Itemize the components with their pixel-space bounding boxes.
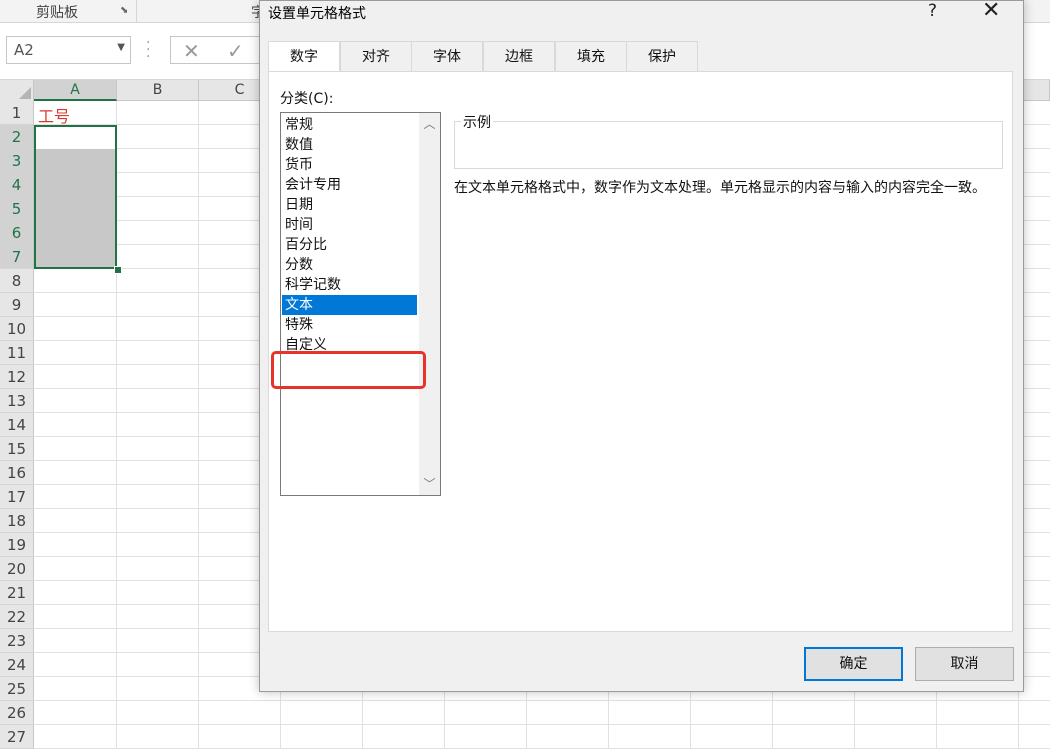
column-header-b[interactable]: B — [117, 80, 199, 101]
category-item-special[interactable]: 特殊 — [282, 315, 417, 335]
format-cells-dialog: 设置单元格格式 ? ✕ 数字 对齐 字体 边框 填充 保护 分类(C): 常规 … — [259, 0, 1024, 692]
row-header-11[interactable]: 11 — [0, 341, 34, 365]
row-header-20[interactable]: 20 — [0, 557, 34, 581]
row-header-13[interactable]: 13 — [0, 389, 34, 413]
row-header-16[interactable]: 16 — [0, 461, 34, 485]
tab-alignment[interactable]: 对齐 — [340, 41, 412, 71]
row-header-26[interactable]: 26 — [0, 701, 34, 725]
row-header-14[interactable]: 14 — [0, 413, 34, 437]
row-header-9[interactable]: 9 — [0, 293, 34, 317]
chevron-down-icon[interactable]: ▼ — [117, 42, 125, 53]
row-gridline — [34, 724, 1050, 725]
row-header-17[interactable]: 17 — [0, 485, 34, 509]
category-label: 分类(C): — [280, 91, 334, 107]
selected-range[interactable] — [34, 125, 117, 269]
name-box-value: A2 — [14, 41, 34, 59]
row-header-18[interactable]: 18 — [0, 509, 34, 533]
row-header-27[interactable]: 27 — [0, 725, 34, 749]
row-header-25[interactable]: 25 — [0, 677, 34, 701]
row-header-21[interactable]: 21 — [0, 581, 34, 605]
category-item-number[interactable]: 数值 — [282, 135, 417, 155]
sample-group: 示例 — [454, 112, 1003, 169]
row-header-15[interactable]: 15 — [0, 437, 34, 461]
category-item-general[interactable]: 常规 — [282, 115, 417, 135]
cancel-button[interactable]: 取消 — [915, 647, 1014, 681]
category-scrollbar[interactable]: ︿ ﹀ — [419, 113, 440, 495]
column-header-a[interactable]: A — [34, 80, 117, 101]
row-header-1[interactable]: 1 — [0, 101, 34, 125]
cancel-entry-icon[interactable]: ✕ — [183, 39, 200, 63]
row-header-19[interactable]: 19 — [0, 533, 34, 557]
dialog-launcher-icon[interactable]: ⬊ — [120, 5, 128, 16]
row-header-8[interactable]: 8 — [0, 269, 34, 293]
tab-number[interactable]: 数字 — [268, 41, 340, 73]
category-item-text[interactable]: 文本 — [282, 295, 417, 315]
category-item-currency[interactable]: 货币 — [282, 155, 417, 175]
ribbon-separator — [136, 0, 137, 22]
drag-handle-icon[interactable]: · · · — [146, 36, 150, 64]
row-header-3[interactable]: 3 — [0, 149, 34, 173]
category-list[interactable]: 常规 数值 货币 会计专用 日期 时间 百分比 分数 科学记数 文本 特殊 自定… — [280, 112, 441, 496]
row-header-22[interactable]: 22 — [0, 605, 34, 629]
row-header-10[interactable]: 10 — [0, 317, 34, 341]
name-box[interactable]: A2 ▼ — [6, 36, 131, 64]
chevron-down-icon[interactable]: ﹀ — [419, 475, 440, 495]
select-all-corner[interactable] — [0, 80, 34, 102]
row-header-23[interactable]: 23 — [0, 629, 34, 653]
close-icon[interactable]: ✕ — [982, 0, 1000, 23]
category-item-percentage[interactable]: 百分比 — [282, 235, 417, 255]
category-item-accounting[interactable]: 会计专用 — [282, 175, 417, 195]
tab-protection[interactable]: 保护 — [626, 41, 698, 71]
row-header-4[interactable]: 4 — [0, 173, 34, 197]
chevron-up-icon[interactable]: ︿ — [419, 113, 440, 133]
category-item-fraction[interactable]: 分数 — [282, 255, 417, 275]
row-gridline — [34, 700, 1050, 701]
category-item-time[interactable]: 时间 — [282, 215, 417, 235]
sample-label: 示例 — [461, 112, 493, 132]
row-header-5[interactable]: 5 — [0, 197, 34, 221]
row-header-7[interactable]: 7 — [0, 245, 34, 269]
help-button[interactable]: ? — [928, 1, 937, 21]
active-cell-a2[interactable] — [36, 127, 115, 149]
category-item-scientific[interactable]: 科学记数 — [282, 275, 417, 295]
row-header-24[interactable]: 24 — [0, 653, 34, 677]
tab-fill[interactable]: 填充 — [555, 41, 627, 71]
cell-a1[interactable]: 工号 — [38, 103, 70, 127]
dialog-title: 设置单元格格式 — [268, 6, 366, 22]
ok-button[interactable]: 确定 — [804, 647, 903, 681]
row-header-12[interactable]: 12 — [0, 365, 34, 389]
select-all-icon — [19, 87, 31, 99]
fill-handle[interactable] — [114, 266, 122, 274]
enter-entry-icon[interactable]: ✓ — [227, 39, 244, 63]
category-description: 在文本单元格格式中，数字作为文本处理。单元格显示的内容与输入的内容完全一致。 — [454, 180, 986, 196]
clipboard-group-label: 剪贴板 — [36, 5, 78, 21]
category-item-custom[interactable]: 自定义 — [282, 335, 417, 355]
column-gridline — [198, 101, 199, 749]
category-item-date[interactable]: 日期 — [282, 195, 417, 215]
row-header-6[interactable]: 6 — [0, 221, 34, 245]
tab-border[interactable]: 边框 — [483, 41, 555, 71]
row-header-2[interactable]: 2 — [0, 125, 34, 149]
number-tab-panel: 分类(C): 常规 数值 货币 会计专用 日期 时间 百分比 分数 科学记数 文… — [268, 71, 1013, 632]
tab-font[interactable]: 字体 — [411, 41, 483, 71]
formula-buttons: ✕ ✓ — [170, 36, 260, 64]
